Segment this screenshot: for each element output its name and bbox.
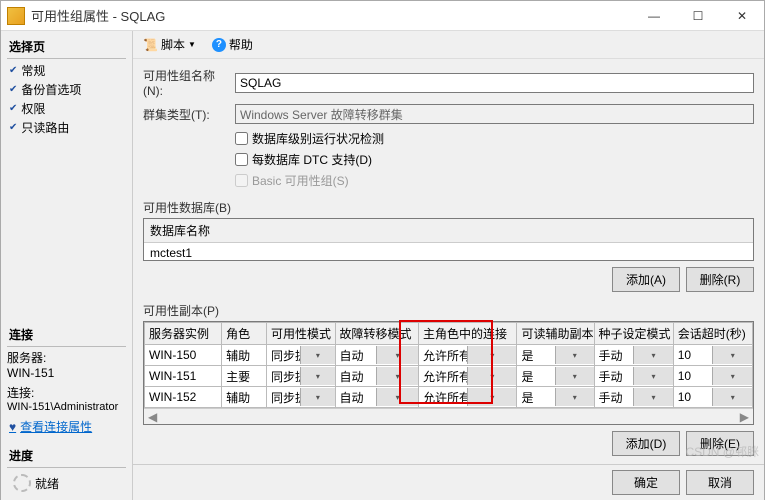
titlebar: 可用性组属性 - SQLAG — ☐ ✕ [1,1,764,31]
replica-row[interactable]: WIN-150 辅助 同步提交▾ 自动▾ 允许所有连接▾ 是▾ 手动▾ 10▾ [145,345,753,366]
help-icon: ? [212,38,226,52]
db-health-check[interactable]: 数据库级别运行状况检测 [235,130,754,147]
add-db-button[interactable]: 添加(A) [612,267,680,292]
dropdown-icon[interactable]: ▾ [555,367,594,385]
dropdown-icon[interactable]: ▾ [633,346,673,364]
app-icon [7,7,25,25]
script-button[interactable]: 📜脚本▼ [139,34,200,55]
remove-replica-button[interactable]: 删除(E) [686,431,754,456]
dropdown-icon[interactable]: ▾ [712,346,752,364]
cluster-type-input [235,104,754,124]
connection-value: WIN-151\Administrator [7,401,126,413]
window-title: 可用性组属性 - SQLAG [31,6,632,25]
add-replica-button[interactable]: 添加(D) [612,431,680,456]
select-page-header: 选择页 [7,35,126,59]
dropdown-icon[interactable]: ▾ [712,388,752,406]
server-value: WIN-151 [7,366,126,380]
replica-row[interactable]: WIN-151 主要 同步提交▾ 自动▾ 允许所有连接▾ 是▾ 手动▾ 10▾ [145,366,753,387]
progress-header: 进度 [7,444,126,468]
dropdown-icon[interactable]: ▾ [467,346,516,364]
sidebar-item-permission[interactable]: ✔权限 [7,99,126,118]
horizontal-scrollbar[interactable]: ◀▶ [144,408,753,424]
server-label: 服务器: [7,349,126,366]
dropdown-icon[interactable]: ▾ [376,388,418,406]
maximize-button[interactable]: ☐ [676,1,720,30]
minimize-button[interactable]: — [632,1,676,30]
replicas-header: 可用性副本(P) [143,302,754,319]
basic-ag-check: Basic 可用性组(S) [235,172,754,189]
progress-spinner-icon [13,474,31,492]
toolbar: 📜脚本▼ ?帮助 [133,31,764,59]
ag-name-label: 可用性组名称(N): [143,67,229,98]
view-connection-properties-link[interactable]: ♥查看连接属性 [7,417,126,436]
close-button[interactable]: ✕ [720,1,764,30]
replica-header-row: 服务器实例角色可用性模式故障转移模式主角色中的连接可读辅助副本种子设定模式会话超… [145,323,753,345]
databases-list[interactable]: 数据库名称 mctest1 [143,218,754,261]
cluster-type-label: 群集类型(T): [143,106,229,123]
db-row[interactable]: mctest1 [144,243,753,261]
ag-name-input[interactable] [235,73,754,93]
dropdown-icon[interactable]: ▾ [633,367,673,385]
sidebar-item-readonly-routing[interactable]: ✔只读路由 [7,118,126,137]
sidebar: 选择页 ✔常规 ✔备份首选项 ✔权限 ✔只读路由 连接 服务器: WIN-151… [1,31,133,500]
remove-db-button[interactable]: 删除(R) [686,267,754,292]
dropdown-icon[interactable]: ▾ [555,346,594,364]
sidebar-item-backup[interactable]: ✔备份首选项 [7,80,126,99]
dropdown-icon[interactable]: ▾ [467,367,516,385]
help-button[interactable]: ?帮助 [208,34,257,55]
main-panel: 📜脚本▼ ?帮助 可用性组名称(N): 群集类型(T): 数据库级别运行状况检测… [133,31,764,500]
replica-row[interactable]: WIN-152 辅助 同步提交▾ 自动▾ 允许所有连接▾ 是▾ 手动▾ 10▾ [145,387,753,408]
progress-status: 就绪 [35,475,59,492]
dropdown-icon[interactable]: ▾ [712,367,752,385]
connection-label: 连接: [7,384,126,401]
dropdown-icon[interactable]: ▾ [633,388,673,406]
databases-header: 可用性数据库(B) [143,199,754,216]
db-column-header: 数据库名称 [144,219,753,243]
dtc-support-check[interactable]: 每数据库 DTC 支持(D) [235,151,754,168]
replicas-grid[interactable]: 服务器实例角色可用性模式故障转移模式主角色中的连接可读辅助副本种子设定模式会话超… [143,321,754,425]
dropdown-icon[interactable]: ▾ [300,367,334,385]
dropdown-icon[interactable]: ▾ [467,388,516,406]
dropdown-icon[interactable]: ▾ [300,388,334,406]
sidebar-item-general[interactable]: ✔常规 [7,61,126,80]
dropdown-icon[interactable]: ▾ [376,367,418,385]
dropdown-icon[interactable]: ▾ [300,346,334,364]
dialog-footer: 确定 取消 [133,464,764,500]
connection-header: 连接 [7,323,126,347]
ok-button[interactable]: 确定 [612,470,680,495]
dropdown-icon[interactable]: ▾ [376,346,418,364]
dropdown-icon[interactable]: ▾ [555,388,594,406]
cancel-button[interactable]: 取消 [686,470,754,495]
